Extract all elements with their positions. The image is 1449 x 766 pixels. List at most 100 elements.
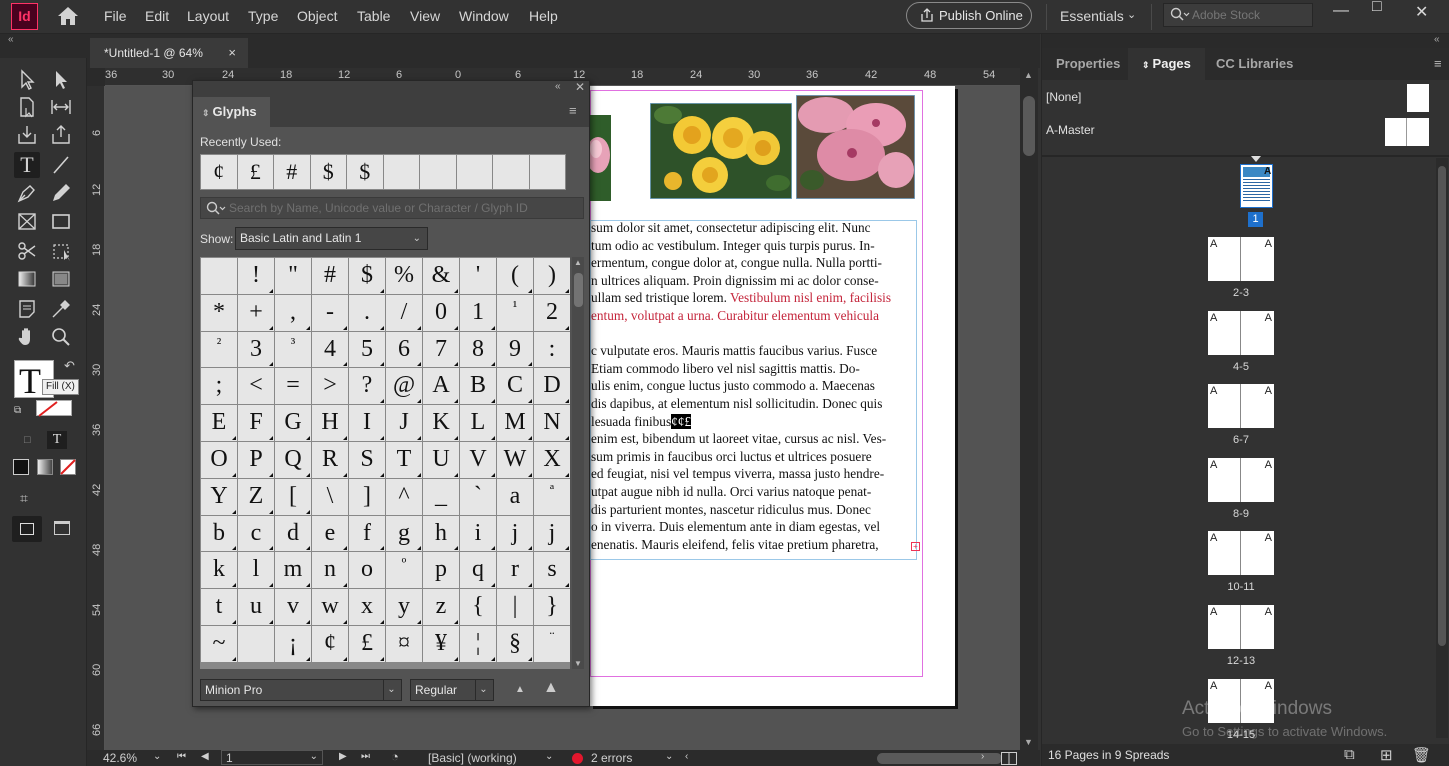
- scroll-down-icon[interactable]: ▼: [574, 659, 582, 668]
- glyph-cell[interactable]: 4: [312, 331, 348, 368]
- chevron-down-icon[interactable]: ⌄: [1127, 8, 1136, 21]
- glyph-grid-scroll-thumb[interactable]: [574, 273, 583, 307]
- glyph-cell[interactable]: %: [386, 258, 422, 294]
- tab-cc-libraries[interactable]: CC Libraries: [1202, 48, 1307, 80]
- menu-window[interactable]: Window: [459, 8, 509, 24]
- menu-help[interactable]: Help: [529, 8, 558, 24]
- glyph-cell[interactable]: º: [386, 552, 422, 589]
- glyph-cell[interactable]: K: [423, 405, 459, 441]
- glyph-cell[interactable]: ?: [349, 368, 385, 405]
- photo-pink-blossom[interactable]: [796, 95, 915, 199]
- spread-label[interactable]: 10-11: [1208, 581, 1274, 593]
- menu-layout[interactable]: Layout: [187, 8, 229, 24]
- panel-menu-icon[interactable]: ≡: [1434, 56, 1442, 71]
- glyph-cell[interactable]: k: [201, 552, 237, 589]
- glyph-cell[interactable]: 0: [423, 294, 459, 331]
- spread-thumbnail[interactable]: AA: [1208, 457, 1274, 502]
- glyph-cell[interactable]: f: [349, 515, 385, 552]
- glyph-cell[interactable]: {: [460, 589, 496, 625]
- chevron-down-icon[interactable]: ⌄: [310, 751, 318, 762]
- spread-label[interactable]: 12-13: [1208, 655, 1274, 667]
- menu-type[interactable]: Type: [248, 8, 278, 24]
- glyph-cell[interactable]: p: [423, 552, 459, 589]
- zoom-out-glyphs-icon[interactable]: ▲: [515, 684, 525, 695]
- glyph-cell[interactable]: u: [238, 589, 274, 625]
- menu-view[interactable]: View: [410, 8, 440, 24]
- glyph-cell[interactable]: v: [275, 589, 311, 625]
- panel-dock-header[interactable]: [1042, 34, 1449, 48]
- glyph-cell[interactable]: ¹: [497, 294, 533, 331]
- glyph-cell[interactable]: \: [312, 478, 348, 515]
- spread-label[interactable]: 4-5: [1208, 361, 1274, 373]
- glyph-cell[interactable]: B: [460, 368, 496, 405]
- glyph-cell[interactable]: j: [497, 515, 533, 552]
- home-icon[interactable]: [56, 5, 80, 27]
- spread-thumbnail[interactable]: AA: [1208, 310, 1274, 355]
- workspace-switcher[interactable]: Essentials: [1060, 8, 1124, 24]
- glyph-cell[interactable]: S: [349, 441, 385, 478]
- delete-page-icon[interactable]: 🗑: [1412, 746, 1431, 764]
- screen-mode-preview-icon[interactable]: [54, 521, 70, 535]
- glyph-cell[interactable]: P: [238, 441, 274, 478]
- zoom-in-glyphs-icon[interactable]: ▲: [543, 679, 559, 697]
- glyph-cell[interactable]: 8: [460, 331, 496, 368]
- maximize-button[interactable]: □: [1372, 0, 1382, 16]
- publish-online-button[interactable]: Publish Online: [906, 2, 1032, 29]
- glyph-cell[interactable]: ¤: [386, 625, 422, 662]
- apply-none-icon[interactable]: [60, 459, 76, 475]
- minimize-button[interactable]: —: [1333, 2, 1349, 20]
- glyph-cell[interactable]: m: [275, 552, 311, 589]
- tab-pages[interactable]: ⇕ Pages: [1128, 48, 1205, 80]
- formatting-container-icon[interactable]: □: [24, 434, 31, 446]
- line-tool-icon[interactable]: [48, 152, 74, 178]
- glyph-cell[interactable]: a: [497, 478, 533, 515]
- master-none[interactable]: [None]: [1046, 90, 1081, 104]
- glyph-cell[interactable]: [: [275, 478, 311, 515]
- glyph-cell[interactable]: &: [423, 258, 459, 294]
- glyph-cell[interactable]: §: [497, 625, 533, 662]
- formatting-text-icon[interactable]: T: [47, 431, 67, 449]
- recent-glyph-cell[interactable]: $: [310, 155, 346, 189]
- pencil-tool-icon[interactable]: [48, 180, 74, 206]
- preflight-errors[interactable]: 2 errors: [591, 751, 632, 765]
- scroll-up-icon[interactable]: ▲: [1024, 70, 1033, 80]
- zoom-tool-icon[interactable]: [48, 324, 74, 350]
- glyph-cell[interactable]: C: [497, 368, 533, 405]
- spread-thumbnail[interactable]: AA: [1208, 605, 1274, 649]
- page-1-number[interactable]: 1: [1248, 212, 1263, 227]
- glyph-cell[interactable]: @: [386, 368, 422, 405]
- note-tool-icon[interactable]: [14, 296, 40, 322]
- selection-tool-icon[interactable]: [14, 66, 40, 92]
- apply-color-icon[interactable]: [13, 459, 29, 475]
- glyph-cell[interactable]: G: [275, 405, 311, 441]
- master-none-thumbnail[interactable]: [1407, 84, 1429, 112]
- page-1-thumbnail[interactable]: A: [1240, 164, 1273, 208]
- recent-glyph-cell[interactable]: #: [274, 155, 310, 189]
- glyph-cell[interactable]: 7: [423, 331, 459, 368]
- glyph-cell[interactable]: ª: [534, 478, 570, 515]
- rectangle-tool-icon[interactable]: [48, 208, 74, 234]
- first-page-icon[interactable]: ⏮: [177, 751, 186, 762]
- new-page-icon[interactable]: ⊞: [1380, 746, 1393, 764]
- glyph-cell[interactable]: D: [534, 368, 570, 405]
- glyph-cell[interactable]: x: [349, 589, 385, 625]
- glyph-cell[interactable]: r: [497, 552, 533, 589]
- menu-object[interactable]: Object: [297, 8, 337, 24]
- glyph-cell[interactable]: A: [423, 368, 459, 405]
- glyph-cell[interactable]: <: [238, 368, 274, 405]
- screen-mode-normal-icon[interactable]: [12, 516, 42, 542]
- font-style-select[interactable]: Regular ⌄: [410, 679, 494, 701]
- menu-table[interactable]: Table: [357, 8, 390, 24]
- glyph-cell[interactable]: T: [386, 441, 422, 478]
- collapse-toolbox-icon[interactable]: «: [8, 34, 14, 45]
- content-placer-icon[interactable]: [48, 122, 74, 148]
- glyph-cell[interactable]: Y: [201, 478, 237, 515]
- glyph-cell[interactable]: N: [534, 405, 570, 441]
- show-glyph-set-select[interactable]: Basic Latin and Latin 1 ⌄: [235, 227, 428, 250]
- glyph-cell[interactable]: t: [201, 589, 237, 625]
- page-tool-icon[interactable]: [14, 94, 40, 120]
- glyph-cell[interactable]: J: [386, 405, 422, 441]
- glyph-cell[interactable]: -: [312, 294, 348, 331]
- glyph-cell[interactable]: l: [238, 552, 274, 589]
- glyph-cell[interactable]: R: [312, 441, 348, 478]
